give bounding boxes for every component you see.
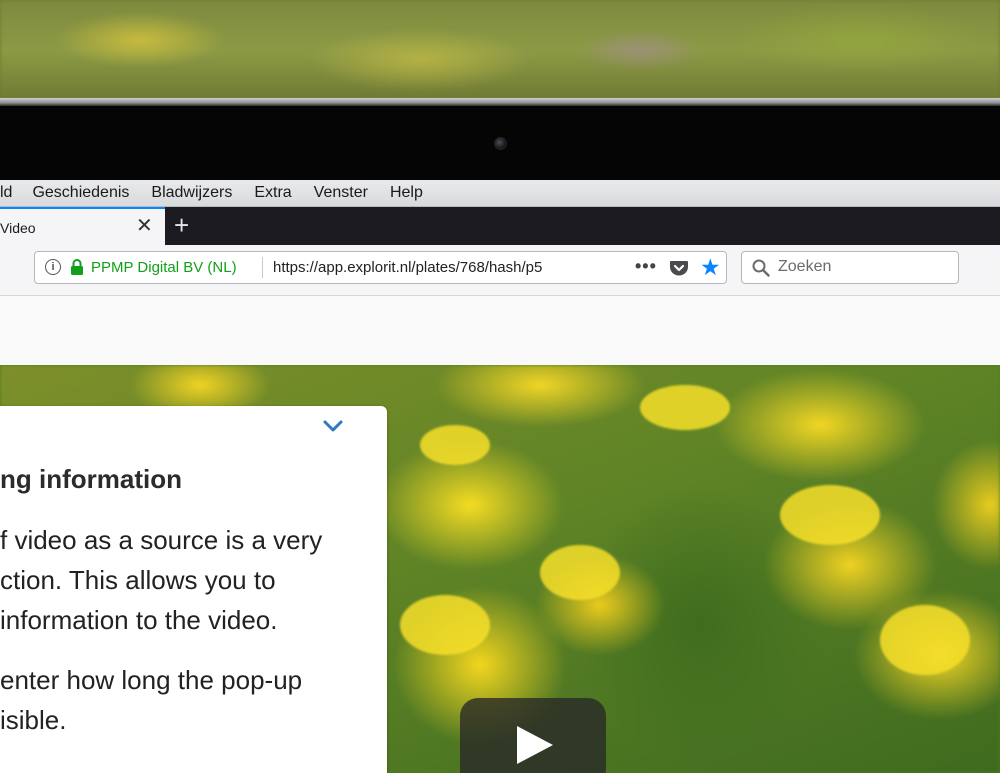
flower-blossom (420, 425, 490, 465)
menu-item-bookmarks[interactable]: Bladwijzers (151, 184, 232, 202)
tab-video[interactable]: Video ✕ (0, 207, 165, 245)
menu-item-window[interactable]: Venster (314, 184, 368, 202)
webcam (494, 137, 507, 150)
menu-item-partial[interactable]: ld (0, 184, 12, 202)
flower-blossom (540, 545, 620, 600)
site-identity-label[interactable]: PPMP Digital BV (NL) (91, 259, 237, 276)
play-icon (517, 726, 553, 764)
more-actions-icon[interactable]: ••• (635, 256, 657, 277)
laptop-bezel-edge (0, 98, 1000, 106)
popup-paragraph-line: isible. (0, 705, 67, 735)
info-icon[interactable]: i (45, 259, 61, 275)
url-text[interactable]: https://app.explorit.nl/plates/768/hash/… (273, 259, 595, 276)
popup-heading: ng information (0, 464, 182, 494)
toolbar-spacer (0, 295, 1000, 366)
close-icon[interactable]: ✕ (136, 215, 153, 237)
url-bar[interactable]: i PPMP Digital BV (NL) https://app.explo… (34, 251, 727, 284)
popup-paragraph-line: information to the video. (0, 605, 278, 635)
tab-strip: Video ✕ + (0, 207, 1000, 245)
star-icon[interactable]: ★ (700, 255, 721, 279)
search-input[interactable] (778, 258, 948, 276)
search-bar[interactable] (741, 251, 959, 284)
navigation-toolbar: i PPMP Digital BV (NL) https://app.explo… (0, 245, 1000, 295)
popup-paragraph-line: enter how long the pop-up (0, 665, 303, 695)
plus-icon[interactable]: + (174, 211, 189, 239)
info-popup: ng information f video as a source is a … (0, 406, 387, 773)
chevron-down-icon[interactable] (321, 416, 345, 436)
web-content: ng information f video as a source is a … (0, 365, 1000, 773)
pocket-icon[interactable] (669, 258, 689, 278)
tab-title: Video (0, 220, 36, 236)
flower-blossom (400, 595, 490, 655)
flower-blossom (880, 605, 970, 675)
search-icon (752, 259, 770, 277)
url-separator (262, 257, 263, 278)
popup-paragraph-line: f video as a source is a very (0, 525, 323, 555)
flower-blossom (640, 385, 730, 430)
background-photo (0, 0, 1000, 102)
mac-menubar: ld Geschiedenis Bladwijzers Extra Venste… (0, 180, 1000, 207)
lock-icon[interactable] (70, 259, 84, 276)
play-button[interactable] (460, 698, 606, 773)
menu-item-history[interactable]: Geschiedenis (32, 184, 129, 202)
menu-item-help[interactable]: Help (390, 184, 423, 202)
menu-item-tools[interactable]: Extra (254, 184, 291, 202)
popup-paragraph-line: ction. This allows you to (0, 565, 276, 595)
flower-blossom (780, 485, 880, 545)
